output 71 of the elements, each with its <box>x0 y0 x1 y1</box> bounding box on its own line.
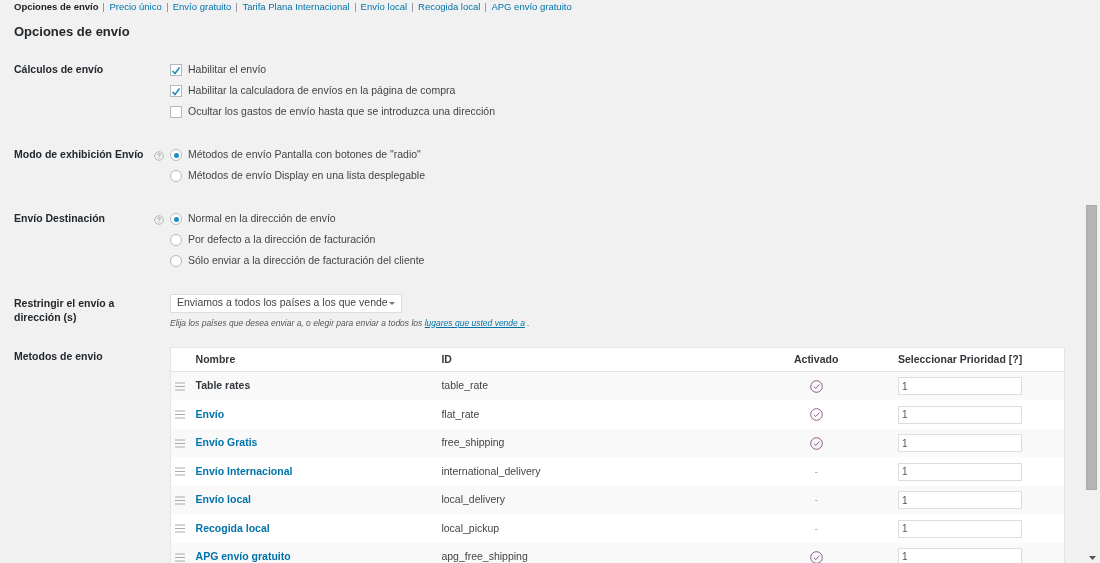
option-label: Sólo enviar a la dirección de facturación del cliente <box>188 253 425 269</box>
method-name: Table rates <box>195 379 251 392</box>
option-label: Habilitar la calculadora de envíos en la página de compra <box>188 83 456 99</box>
subnav-link[interactable]: Opciones de envío <box>14 1 99 13</box>
help-icon <box>154 214 164 225</box>
column-header: ID <box>437 347 739 372</box>
column-header: Nombre <box>191 347 438 372</box>
drag-handle-icon[interactable] <box>175 382 185 392</box>
help-icon <box>154 150 164 161</box>
drag-handle-icon[interactable] <box>175 552 185 562</box>
caret-icon <box>389 301 395 305</box>
method-link[interactable]: Envío local <box>195 493 251 506</box>
setting-label: Restringir el envío a dirección (s) <box>14 295 116 325</box>
radio-button[interactable] <box>170 255 182 267</box>
method-link[interactable]: Envío Internacional <box>195 464 293 477</box>
subnav-link[interactable]: Precio único <box>109 1 162 13</box>
radio-button[interactable] <box>170 213 182 225</box>
subnav-link[interactable]: Envío gratuito <box>172 1 232 13</box>
subnav-link[interactable]: APG envío gratuito <box>491 1 572 13</box>
radio-button[interactable] <box>170 234 182 246</box>
option-label: Ocultar los gastos de envío hasta que se introduzca una dirección <box>188 104 496 120</box>
setting-label: Modo de exhibición Envío <box>14 146 145 162</box>
priority-field[interactable]: 1 <box>897 491 1022 509</box>
drag-handle-icon[interactable] <box>175 438 185 448</box>
checkbox[interactable] <box>170 85 182 97</box>
radio-button[interactable] <box>170 149 182 161</box>
drag-handle-icon[interactable] <box>175 467 185 477</box>
checkbox[interactable] <box>170 106 182 118</box>
drag-handle-icon[interactable] <box>175 524 185 534</box>
method-link[interactable]: Envío <box>195 407 225 420</box>
column-header: Activado <box>738 347 894 372</box>
setting-label: Cálculos de envío <box>14 61 105 77</box>
section-heading: Opciones de envío <box>14 23 131 41</box>
option-label: Habilitar el envío <box>188 62 267 78</box>
radio-button[interactable] <box>170 170 182 182</box>
method-id: flat_rate <box>437 400 739 429</box>
priority-field[interactable]: 1 <box>897 405 1022 424</box>
priority-field[interactable]: 1 <box>897 462 1022 481</box>
method-id: international_delivery <box>437 457 739 486</box>
method-id: local_delivery <box>437 485 739 515</box>
subnav-link[interactable]: Envío local <box>360 1 408 13</box>
disabled-mark: - <box>814 493 818 506</box>
subnav-link[interactable]: Tarifa Plana Internacional <box>242 1 350 13</box>
method-id: free_shipping <box>437 428 739 458</box>
option-label: Métodos de envío Pantalla con botones de "radio" <box>188 147 421 163</box>
country-dropdown[interactable]: Enviamos a todos los países a los que vende <box>170 293 402 313</box>
scroll-down-arrow-icon[interactable] <box>1089 556 1096 560</box>
setting-label: Metodos de envio <box>14 349 104 365</box>
priority-field[interactable]: 1 <box>897 434 1022 452</box>
setting-label: Envío Destinación <box>14 210 107 226</box>
drag-handle-icon[interactable] <box>175 410 185 420</box>
method-id: local_pickup <box>437 514 739 543</box>
method-link[interactable]: Recogida local <box>195 521 270 534</box>
drag-handle-icon[interactable] <box>175 495 185 505</box>
priority-field[interactable]: 1 <box>897 547 1022 563</box>
help-link[interactable]: lugares que usted vende a <box>424 317 525 328</box>
help-text: Elija los países que desea enviar a, o elegir para enviar a todos los lugares que usted vende a . <box>170 316 530 330</box>
option-label: Por defecto a la dirección de facturación <box>188 232 376 248</box>
disabled-mark: - <box>814 521 818 534</box>
checkbox[interactable] <box>170 64 182 76</box>
priority-field[interactable]: 1 <box>897 519 1022 538</box>
priority-field[interactable]: 1 <box>897 377 1022 396</box>
method-link[interactable]: Envío Gratis <box>195 436 258 449</box>
option-label: Normal en la dirección de envío <box>188 211 336 227</box>
column-header: Seleccionar Prioridad [?] <box>893 347 1065 372</box>
scrollbar-thumb[interactable] <box>1086 205 1097 490</box>
subnav-link[interactable]: Recogida local <box>418 1 481 13</box>
option-label: Métodos de envío Display en una lista desplegable <box>188 168 425 184</box>
method-id: table_rate <box>437 371 739 401</box>
method-id: apg_free_shipping <box>437 542 739 563</box>
disabled-mark: - <box>814 464 818 477</box>
